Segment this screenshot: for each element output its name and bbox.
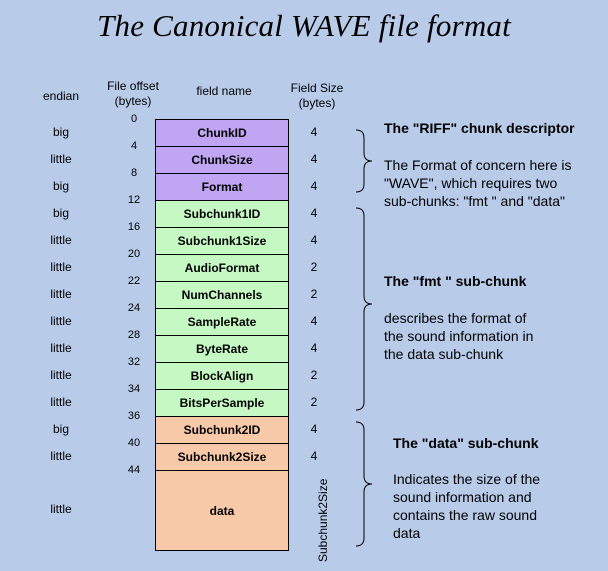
data-desc-line: Indicates the size of the [393,471,541,487]
data-description: Indicates the size of the sound informat… [393,470,540,542]
fmt-brace [355,207,373,411]
riff-desc-line: sub-chunks: "fmt " and "data" [384,193,565,209]
data-desc-line: sound information and [393,489,532,505]
riff-desc-line: "WAVE", which requires two [384,175,558,191]
fmt-desc-line: the data sub-chunk [384,346,504,362]
data-desc-line: contains the raw sound [393,507,537,523]
fmt-description: describes the format of the sound inform… [384,309,533,363]
fmt-desc-line: the sound information in [384,328,534,344]
riff-brace [355,129,373,193]
data-desc-line: data [393,525,421,541]
fmt-desc-line: describes the format of [384,310,527,326]
riff-desc-line: The Format of concern here is [384,157,572,173]
riff-title: The "RIFF" chunk descriptor [384,120,575,136]
riff-description: The Format of concern here is "WAVE", wh… [384,156,572,210]
fmt-title: The "fmt " sub-chunk [384,273,527,289]
data-brace [355,421,373,547]
data-title: The "data" sub-chunk [393,435,539,451]
